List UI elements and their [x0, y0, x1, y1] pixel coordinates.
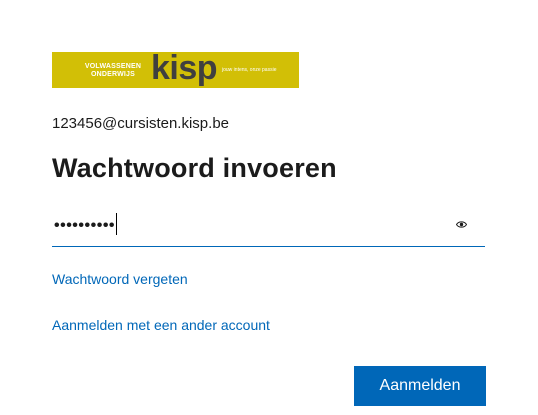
organization-logo: VOLWASSENEN ONDERWIJS kisp jouw intens, …	[52, 52, 299, 88]
account-identity: 123456@cursisten.kisp.be	[52, 115, 229, 132]
password-masked-text: ••••••••••	[54, 217, 116, 235]
logo-line-1: VOLWASSENEN	[84, 63, 142, 70]
text-caret	[116, 213, 118, 235]
page-title: Wachtwoord invoeren	[52, 153, 337, 183]
forgot-password-link[interactable]: Wachtwoord vergeten	[52, 271, 188, 287]
logo-brand: kisp	[151, 52, 218, 87]
logo-line-2: ONDERWIJS	[90, 71, 136, 78]
sign-in-other-account-link[interactable]: Aanmelden met een ander account	[52, 317, 270, 333]
sign-in-button[interactable]: Aanmelden	[354, 366, 486, 406]
eye-icon[interactable]	[456, 220, 467, 229]
password-field[interactable]: ••••••••••	[52, 208, 485, 247]
logo-tagline: jouw intens, onze passie	[222, 67, 277, 73]
logo-subtitle: VOLWASSENEN ONDERWIJS	[83, 63, 143, 79]
password-value[interactable]: ••••••••••	[54, 213, 118, 237]
